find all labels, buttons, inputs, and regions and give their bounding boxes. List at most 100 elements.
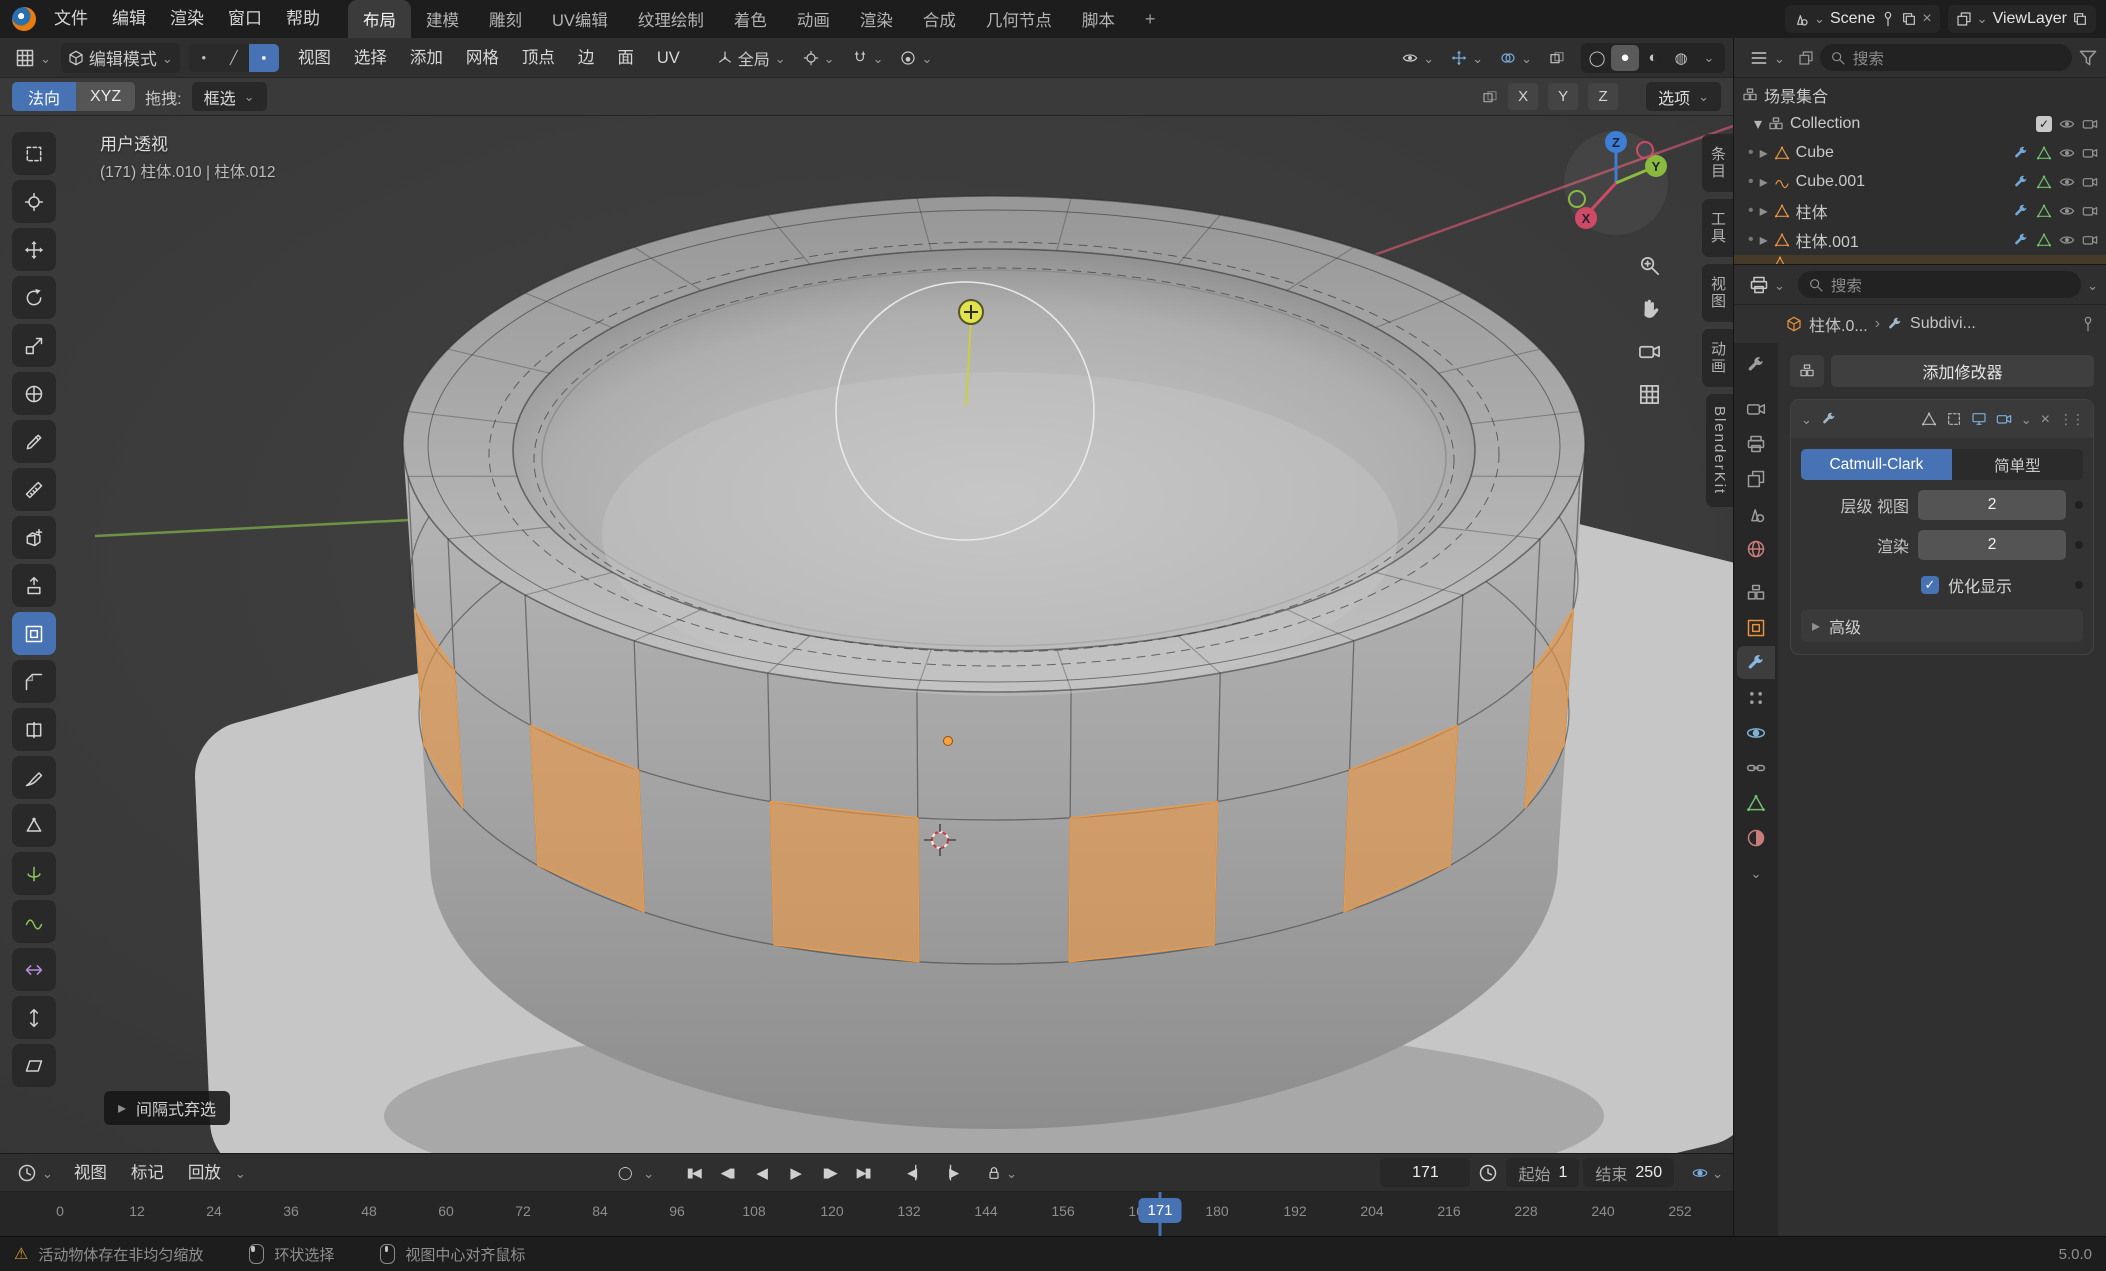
tab-particles[interactable] <box>1737 681 1775 714</box>
breadcrumb-object[interactable]: 柱体.0... <box>1809 312 1868 336</box>
pin-icon[interactable] <box>2080 316 2096 332</box>
tab-output[interactable] <box>1737 427 1775 460</box>
jump-to-end-button[interactable]: ▶▮ <box>848 1159 878 1187</box>
mesh-data-icon[interactable] <box>2036 203 2052 219</box>
viewlayer-selector[interactable]: ViewLayer <box>1948 5 2096 33</box>
nav-lock-icon[interactable] <box>986 1165 1002 1181</box>
sync-icon[interactable] <box>1692 1165 1708 1181</box>
render-camera-icon[interactable] <box>2082 174 2098 190</box>
add-workspace-button[interactable]: + <box>1130 0 1171 38</box>
tool-scale[interactable] <box>12 324 56 367</box>
viewport-3d[interactable]: 用户透视 (171) 柱体.010 | 柱体.012 <box>0 116 1733 1153</box>
timeline-menu-marker[interactable]: 标记 <box>121 1154 174 1192</box>
scene-selector[interactable]: Scene <box>1785 5 1940 33</box>
frame-back-button[interactable]: ◀▏ <box>900 1159 930 1187</box>
shading-material-button[interactable]: ◐ <box>1639 45 1667 71</box>
pan-hand-icon[interactable] <box>1638 297 1661 320</box>
sidebar-tab-view[interactable]: 视图 <box>1702 264 1733 322</box>
shading-wireframe-button[interactable]: ◯ <box>1583 45 1611 71</box>
current-frame-field[interactable]: 171 <box>1380 1158 1470 1187</box>
sidebar-tab-item[interactable]: 条目 <box>1702 134 1733 192</box>
workspace-tab-sculpting[interactable]: 雕刻 <box>474 0 537 38</box>
menu-edge[interactable]: 边 <box>568 39 605 77</box>
workspace-tab-texture-paint[interactable]: 纹理绘制 <box>623 0 719 38</box>
tab-scene[interactable] <box>1737 497 1775 530</box>
sidebar-tab-tool[interactable]: 工具 <box>1702 199 1733 257</box>
advanced-subpanel[interactable]: 高级 <box>1801 609 2083 642</box>
expand-icon[interactable] <box>1760 201 1768 221</box>
normal-orientation-button[interactable]: 法向 <box>12 82 76 111</box>
tool-knife[interactable] <box>12 756 56 799</box>
tool-extrude[interactable] <box>12 564 56 607</box>
next-keyframe-button[interactable]: ▮▶ <box>814 1159 844 1187</box>
tab-collection[interactable] <box>1737 576 1775 609</box>
object-row-cylinder001[interactable]: 柱体.001 <box>1734 225 2106 254</box>
menu-help[interactable]: 帮助 <box>274 1 332 37</box>
xray-toggle[interactable] <box>1542 43 1572 73</box>
tool-move[interactable] <box>12 228 56 271</box>
tab-modifiers[interactable] <box>1737 646 1775 679</box>
render-camera-icon[interactable] <box>2082 203 2098 219</box>
menu-window[interactable]: 窗口 <box>216 1 274 37</box>
edge-select-toggle[interactable]: ╱ <box>219 44 249 72</box>
camera-view-icon[interactable] <box>1638 340 1661 363</box>
tab-tool[interactable] <box>1737 348 1775 381</box>
snap-toggle[interactable] <box>845 43 891 73</box>
properties-editor-type-button[interactable] <box>1742 270 1792 300</box>
overlays-toggle[interactable] <box>1493 43 1539 73</box>
tool-smooth[interactable] <box>12 900 56 943</box>
tool-loop-cut[interactable] <box>12 708 56 751</box>
levels-viewport-field[interactable]: 2 <box>1918 490 2066 520</box>
workspace-tab-uv[interactable]: UV编辑 <box>537 0 623 38</box>
object-row-cube[interactable]: Cube <box>1734 138 2106 167</box>
tool-measure[interactable] <box>12 468 56 511</box>
outliner-search-input[interactable]: 搜索 <box>1820 44 2072 71</box>
mode-selector[interactable]: 编辑模式 <box>61 43 180 73</box>
vertex-select-toggle[interactable]: • <box>189 44 219 72</box>
new-viewlayer-icon[interactable] <box>2072 11 2088 27</box>
shading-solid-button[interactable]: ● <box>1611 45 1639 71</box>
breadcrumb-modifier[interactable]: Subdivi... <box>1910 315 1976 333</box>
visibility-dropdown[interactable] <box>1395 43 1441 73</box>
tool-bevel[interactable] <box>12 660 56 703</box>
menu-mesh[interactable]: 网格 <box>456 39 509 77</box>
scene-3d[interactable] <box>0 116 1733 1153</box>
extras-chevron-icon[interactable] <box>2021 409 2032 429</box>
menu-render[interactable]: 渲染 <box>158 1 216 37</box>
frame-start-field[interactable]: 起始 1 <box>1506 1158 1579 1187</box>
levels-render-field[interactable]: 2 <box>1918 530 2066 560</box>
realtime-toggle-icon[interactable] <box>1971 411 1987 427</box>
use-preview-range-icon[interactable] <box>1478 1163 1498 1183</box>
animate-decorator[interactable] <box>2075 581 2083 589</box>
drag-mode-dropdown[interactable]: 框选 <box>192 82 267 111</box>
transform-orientation-dropdown[interactable]: 全局 <box>710 43 793 73</box>
proportional-editing-dropdown[interactable] <box>893 43 939 73</box>
gizmo-toggle[interactable] <box>1444 43 1490 73</box>
catmull-clark-button[interactable]: Catmull-Clark <box>1801 449 1952 480</box>
tabs-overflow-chevron[interactable] <box>1737 856 1775 889</box>
sidebar-tab-animation[interactable]: 动画 <box>1702 329 1733 387</box>
add-modifier-button[interactable]: 添加修改器 <box>1831 355 2094 387</box>
chevron-down-icon[interactable] <box>2087 275 2098 295</box>
tool-transform[interactable] <box>12 372 56 415</box>
render-camera-icon[interactable] <box>2082 116 2098 132</box>
tool-select-box[interactable] <box>12 132 56 175</box>
tool-inset-faces[interactable] <box>12 612 56 655</box>
eye-icon[interactable] <box>2059 116 2075 132</box>
mesh-data-icon[interactable] <box>2036 232 2052 248</box>
shading-rendered-button[interactable]: ◍ <box>1667 45 1695 71</box>
modifier-panel-header[interactable] <box>1791 400 2093 438</box>
collapse-icon[interactable] <box>1754 114 1762 134</box>
tab-render[interactable] <box>1737 392 1775 425</box>
workspace-tab-compositing[interactable]: 合成 <box>908 0 971 38</box>
object-row-cube001[interactable]: Cube.001 <box>1734 167 2106 196</box>
menu-add[interactable]: 添加 <box>400 39 453 77</box>
collapse-icon[interactable] <box>1801 409 1812 429</box>
edit-mode-toggle-icon[interactable] <box>1946 411 1962 427</box>
tool-edge-slide[interactable] <box>12 948 56 991</box>
blender-logo-icon[interactable] <box>12 7 36 31</box>
optimal-display-checkbox[interactable] <box>1921 576 1939 594</box>
frame-forward-button[interactable]: ▕▶ <box>934 1159 964 1187</box>
tool-shear[interactable] <box>12 1044 56 1087</box>
scene-collection-row[interactable]: 场景集合 <box>1734 80 2106 109</box>
